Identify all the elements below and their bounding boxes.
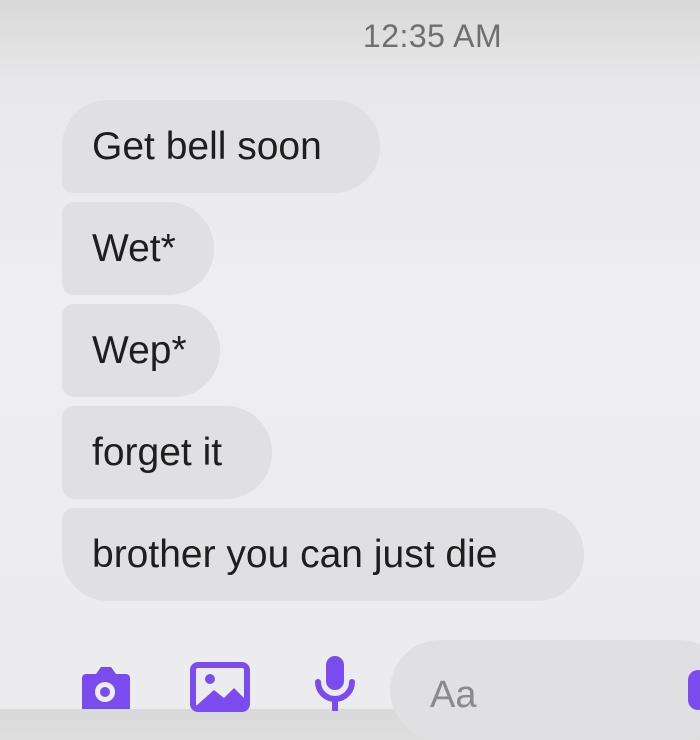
message-input[interactable]: Aa bbox=[390, 640, 700, 740]
message-bubble[interactable]: Get bell soon bbox=[62, 100, 380, 193]
message-input-placeholder: Aa bbox=[430, 674, 477, 716]
message-bubble[interactable]: brother you can just die bbox=[62, 508, 584, 601]
mic-icon[interactable] bbox=[310, 656, 360, 711]
message-composer: Aa bbox=[0, 640, 700, 740]
message-bubble[interactable]: Wep* bbox=[62, 304, 220, 397]
camera-icon[interactable] bbox=[80, 664, 130, 709]
message-bubble[interactable]: Wet* bbox=[62, 202, 214, 295]
image-icon[interactable] bbox=[190, 662, 250, 712]
message-bubble[interactable]: forget it bbox=[62, 406, 272, 499]
emoji-icon[interactable] bbox=[688, 670, 700, 710]
message-timestamp: 12:35 AM bbox=[362, 18, 503, 54]
